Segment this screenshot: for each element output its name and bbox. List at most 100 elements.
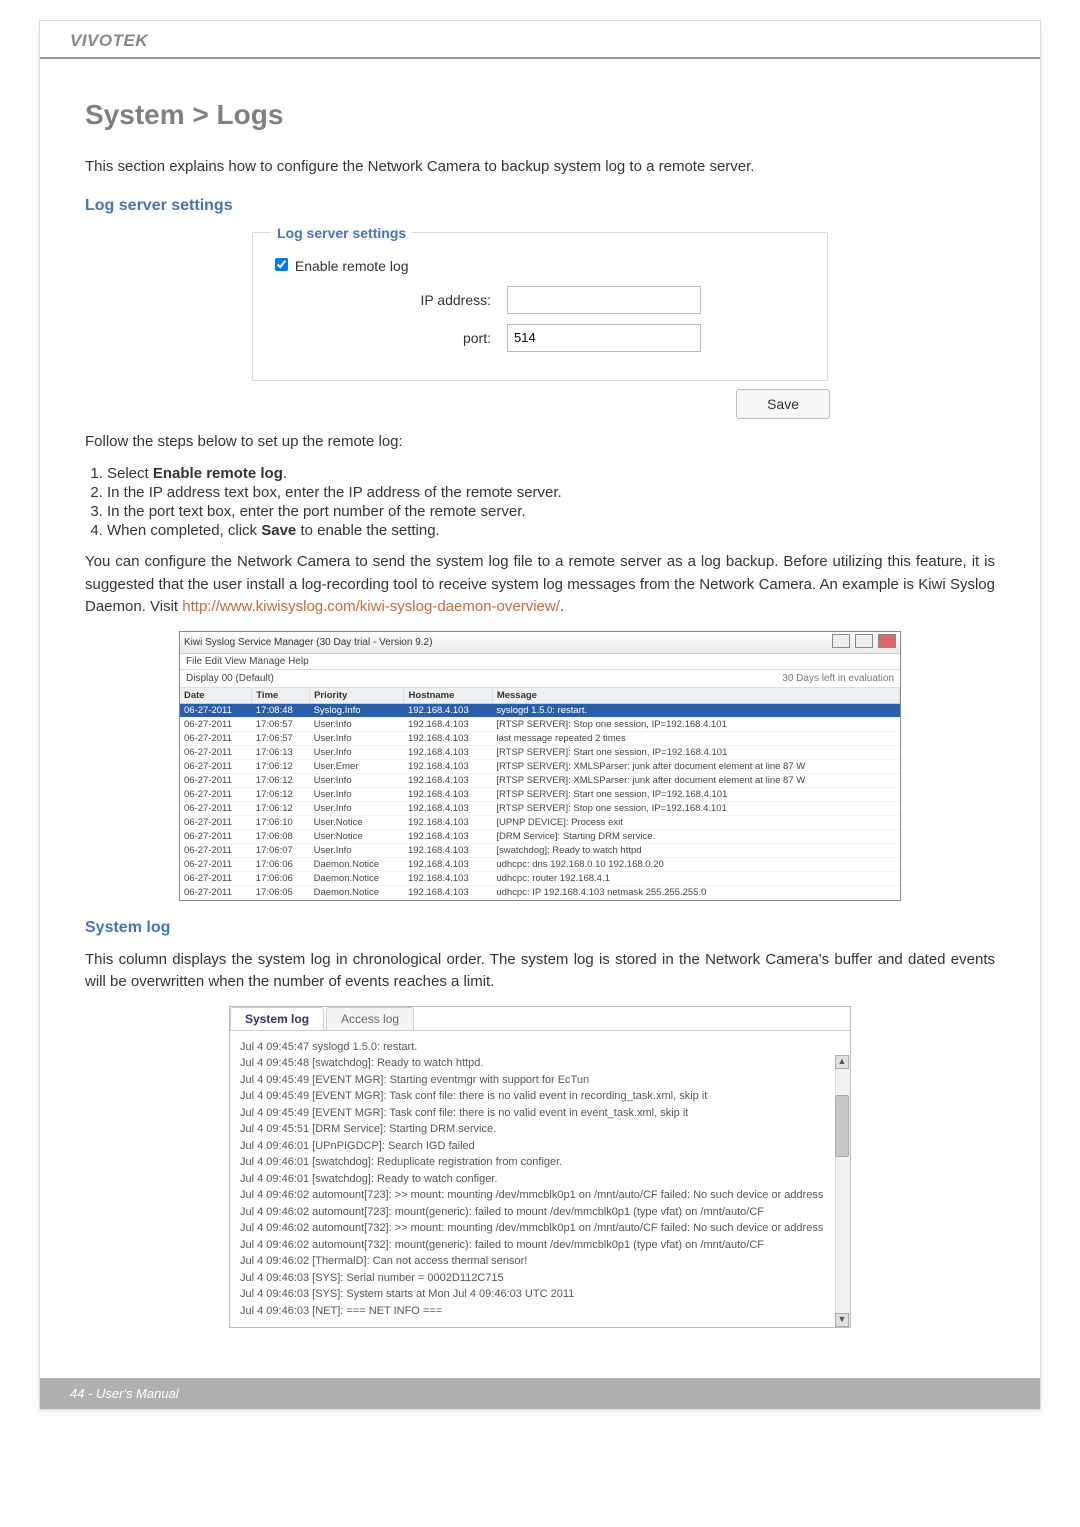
kiwi-cell: User.Info — [310, 731, 404, 745]
kiwi-window-title: Kiwi Syslog Service Manager (30 Day tria… — [184, 637, 432, 648]
enable-remote-log-checkbox[interactable] — [275, 258, 288, 271]
kiwi-row[interactable]: 06-27-201117:06:05Daemon.Notice192.168.4… — [180, 885, 900, 899]
kiwi-cell: 06-27-2011 — [180, 759, 252, 773]
system-log-desc: This column displays the system log in c… — [85, 949, 995, 994]
log-line: Jul 4 09:45:48 [swatchdog]: Ready to wat… — [240, 1055, 840, 1072]
kiwi-row[interactable]: 06-27-201117:06:12User.Info192.168.4.103… — [180, 801, 900, 815]
kiwi-cell: 192.168.4.103 — [404, 759, 492, 773]
port-label: port: — [271, 330, 507, 346]
scroll-up-icon[interactable]: ▲ — [835, 1055, 849, 1069]
kiwi-cell: 192.168.4.103 — [404, 885, 492, 899]
save-button[interactable]: Save — [736, 389, 830, 419]
kiwi-col-header[interactable]: Priority — [310, 688, 404, 704]
close-icon[interactable] — [878, 634, 896, 648]
kiwi-cell: Daemon.Notice — [310, 885, 404, 899]
window-buttons — [830, 634, 896, 651]
log-server-legend: Log server settings — [271, 225, 412, 241]
steps-intro: Follow the steps below to set up the rem… — [85, 431, 995, 454]
log-line: Jul 4 09:46:02 automount[732]: >> mount:… — [240, 1220, 840, 1237]
kiwi-cell: 17:06:12 — [252, 787, 310, 801]
scroll-down-icon[interactable]: ▼ — [835, 1313, 849, 1327]
kiwi-toolbar-right: 30 Days left in evaluation — [782, 673, 894, 684]
kiwi-cell: 17:06:08 — [252, 829, 310, 843]
scrollbar-track[interactable]: ▲ ▼ — [835, 1055, 850, 1328]
kiwi-cell: 06-27-2011 — [180, 787, 252, 801]
page-footer: 44 - User's Manual — [40, 1378, 1040, 1409]
kiwi-row[interactable]: 06-27-201117:06:07User.Info192.168.4.103… — [180, 843, 900, 857]
kiwi-cell: [DRM Service]: Starting DRM service. — [492, 829, 899, 843]
kiwi-cell: udhcpc: dns 192.168.0.10 192.168.0.20 — [492, 857, 899, 871]
log-line: Jul 4 09:46:02 automount[732]: mount(gen… — [240, 1237, 840, 1254]
kiwi-cell: [RTSP SERVER]: Start one session, IP=192… — [492, 787, 899, 801]
kiwi-cell: User.Info — [310, 801, 404, 815]
brand-logo: VIVOTEK — [70, 31, 148, 51]
kiwi-row[interactable]: 06-27-201117:06:08User.Notice192.168.4.1… — [180, 829, 900, 843]
system-log-body: Jul 4 09:45:47 syslogd 1.5.0: restart.Ju… — [230, 1031, 850, 1328]
scrollbar-thumb[interactable] — [835, 1095, 849, 1157]
kiwi-cell: 17:06:10 — [252, 815, 310, 829]
step-item: In the IP address text box, enter the IP… — [107, 484, 995, 501]
kiwi-cell: 192.168.4.103 — [404, 843, 492, 857]
kiwi-cell: User.Notice — [310, 815, 404, 829]
kiwi-cell: 17:06:12 — [252, 759, 310, 773]
kiwi-row[interactable]: 06-27-201117:06:12User.Info192.168.4.103… — [180, 773, 900, 787]
kiwi-cell: 06-27-2011 — [180, 815, 252, 829]
kiwi-row[interactable]: 06-27-201117:06:06Daemon.Notice192.168.4… — [180, 857, 900, 871]
kiwi-log-table: DateTimePriorityHostnameMessage 06-27-20… — [180, 688, 900, 900]
kiwi-cell: 192.168.4.103 — [404, 703, 492, 717]
kiwi-syslog-screenshot: Kiwi Syslog Service Manager (30 Day tria… — [179, 631, 901, 901]
tab-system-log[interactable]: System log — [230, 1007, 324, 1030]
log-line: Jul 4 09:46:01 [swatchdog]: Ready to wat… — [240, 1171, 840, 1188]
kiwi-col-header[interactable]: Date — [180, 688, 252, 704]
kiwi-cell: 06-27-2011 — [180, 801, 252, 815]
kiwi-cell: 192.168.4.103 — [404, 773, 492, 787]
kiwi-cell: 192.168.4.103 — [404, 731, 492, 745]
kiwi-link[interactable]: http://www.kiwisyslog.com/kiwi-syslog-da… — [182, 598, 560, 615]
log-line: Jul 4 09:46:02 [ThermalD]: Can not acces… — [240, 1253, 840, 1270]
kiwi-row[interactable]: 06-27-201117:06:13User.Info192.168.4.103… — [180, 745, 900, 759]
enable-remote-log-label: Enable remote log — [295, 258, 409, 274]
section-log-server: Log server settings — [85, 197, 995, 215]
kiwi-cell: 192.168.4.103 — [404, 815, 492, 829]
kiwi-col-header[interactable]: Message — [492, 688, 899, 704]
kiwi-toolbar-left[interactable]: Display 00 (Default) — [186, 673, 274, 684]
kiwi-cell: 17:06:06 — [252, 871, 310, 885]
ip-address-input[interactable] — [507, 286, 701, 314]
kiwi-cell: 17:08:48 — [252, 703, 310, 717]
log-line: Jul 4 09:45:47 syslogd 1.5.0: restart. — [240, 1039, 840, 1056]
kiwi-row[interactable]: 06-27-201117:08:48Syslog.Info192.168.4.1… — [180, 703, 900, 717]
kiwi-menubar[interactable]: File Edit View Manage Help — [180, 654, 900, 670]
kiwi-col-header[interactable]: Time — [252, 688, 310, 704]
maximize-icon[interactable] — [855, 634, 873, 648]
kiwi-cell: 192.168.4.103 — [404, 871, 492, 885]
port-input[interactable] — [507, 324, 701, 352]
log-line: Jul 4 09:46:01 [UPnPIGDCP]: Search IGD f… — [240, 1138, 840, 1155]
kiwi-row[interactable]: 06-27-201117:06:12User.Emer192.168.4.103… — [180, 759, 900, 773]
tab-access-log[interactable]: Access log — [326, 1007, 414, 1030]
kiwi-cell: 192.168.4.103 — [404, 857, 492, 871]
kiwi-col-header[interactable]: Hostname — [404, 688, 492, 704]
kiwi-row[interactable]: 06-27-201117:06:10User.Notice192.168.4.1… — [180, 815, 900, 829]
step-item: When completed, click Save to enable the… — [107, 522, 995, 539]
kiwi-cell: [swatchdog]: Ready to watch httpd — [492, 843, 899, 857]
kiwi-cell: last message repeated 2 times — [492, 731, 899, 745]
kiwi-cell: 17:06:13 — [252, 745, 310, 759]
kiwi-row[interactable]: 06-27-201117:06:06Daemon.Notice192.168.4… — [180, 871, 900, 885]
kiwi-cell: User.Info — [310, 745, 404, 759]
log-server-fieldset: Log server settings Enable remote log IP… — [252, 225, 828, 381]
kiwi-cell: 192.168.4.103 — [404, 801, 492, 815]
kiwi-cell: syslogd 1.5.0: restart. — [492, 703, 899, 717]
kiwi-row[interactable]: 06-27-201117:06:57User.Info192.168.4.103… — [180, 731, 900, 745]
kiwi-cell: 192.168.4.103 — [404, 787, 492, 801]
kiwi-cell: [RTSP SERVER]: Stop one session, IP=192.… — [492, 801, 899, 815]
kiwi-row[interactable]: 06-27-201117:06:57User.Info192.168.4.103… — [180, 717, 900, 731]
kiwi-row[interactable]: 06-27-201117:06:12User.Info192.168.4.103… — [180, 787, 900, 801]
kiwi-cell: 06-27-2011 — [180, 829, 252, 843]
kiwi-cell: [RTSP SERVER]: Start one session, IP=192… — [492, 745, 899, 759]
log-line: Jul 4 09:46:03 [SYS]: Serial number = 00… — [240, 1270, 840, 1287]
kiwi-cell: 06-27-2011 — [180, 773, 252, 787]
log-line: Jul 4 09:45:49 [EVENT MGR]: Task conf fi… — [240, 1105, 840, 1122]
log-line: Jul 4 09:46:02 automount[723]: >> mount:… — [240, 1187, 840, 1204]
minimize-icon[interactable] — [832, 634, 850, 648]
steps-list: Select Enable remote log.In the IP addre… — [85, 465, 995, 539]
